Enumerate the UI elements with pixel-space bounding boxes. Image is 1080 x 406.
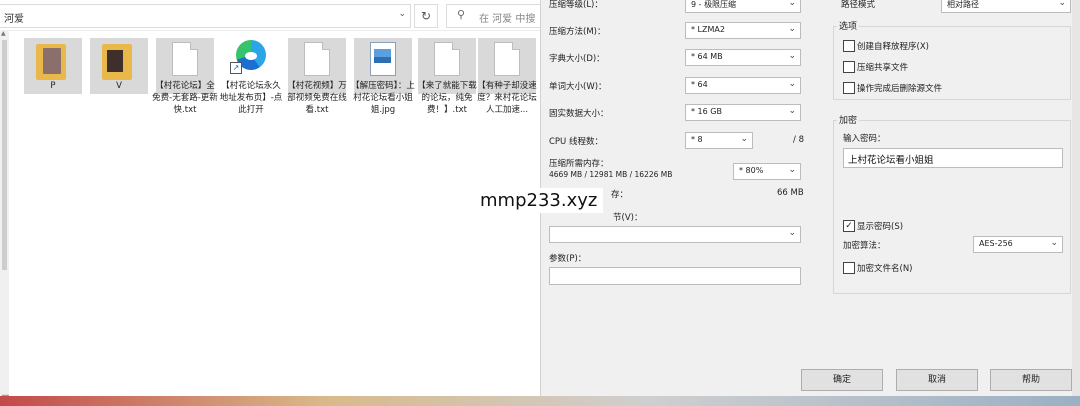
compress-level-select[interactable]: 9 - 极限压缩 ⌄ bbox=[685, 0, 801, 13]
cancel-button[interactable]: 取消 bbox=[896, 369, 978, 391]
folder-icon bbox=[102, 44, 132, 80]
shared-label: 压缩共享文件 bbox=[857, 63, 909, 73]
image-file-icon bbox=[370, 42, 396, 76]
enc-method-value: AES-256 bbox=[979, 239, 1013, 248]
compress-level-label: 压缩等级(L)： bbox=[549, 0, 603, 10]
enc-method-select[interactable]: AES-256 ⌄ bbox=[973, 236, 1063, 253]
mem-detail: 4669 MB / 12981 MB / 16226 MB bbox=[549, 170, 673, 179]
chevron-down-icon: ⌄ bbox=[1050, 238, 1058, 248]
file-name: 【村花视频】万部视频免费在线看.txt bbox=[287, 81, 347, 115]
chevron-down-icon: ⌄ bbox=[788, 24, 796, 34]
word-select[interactable]: * 64 ⌄ bbox=[685, 77, 801, 94]
split-volume-select[interactable]: ⌄ bbox=[549, 226, 801, 243]
options-title: 选项 bbox=[837, 19, 860, 32]
params-input[interactable] bbox=[549, 267, 801, 285]
shortcut-arrow-icon: ↗ bbox=[230, 62, 242, 74]
path-mode-value: 相对路径 bbox=[947, 0, 979, 9]
encryption-title: 加密 bbox=[837, 113, 860, 126]
password-label: 输入密码： bbox=[843, 134, 886, 144]
params-label: 参数(P)： bbox=[549, 254, 587, 264]
search-input[interactable]: ⚲ 在 河爱 中搜 bbox=[446, 4, 541, 28]
vertical-scrollbar[interactable]: ▲ 目 bbox=[0, 30, 10, 406]
file-explorer-window: 河爱 ⌄ ↻ ⚲ 在 河爱 中搜 ▲ 目 P V 【村花论坛】全免费-无套路-更… bbox=[0, 0, 541, 406]
enc-method-label: 加密算法： bbox=[843, 241, 886, 251]
decomp-value: 66 MB bbox=[777, 188, 804, 198]
decomp-label: 存： bbox=[611, 190, 629, 200]
path-mode-select[interactable]: 相对路径 ⌄ bbox=[941, 0, 1071, 13]
file-name: 【村花论坛】全免费-无套路-更新快.txt bbox=[152, 81, 218, 115]
chevron-down-icon: ⌄ bbox=[788, 51, 796, 61]
mem-percent-select[interactable]: * 80% ⌄ bbox=[733, 163, 801, 180]
solid-label: 固实数据大小： bbox=[549, 109, 609, 119]
file-name: 【解压密码】：上村花论坛看小姐姐.jpg bbox=[351, 81, 415, 115]
show-password-checkbox[interactable]: ✓ bbox=[843, 220, 855, 232]
address-bar[interactable]: 河爱 ⌄ bbox=[0, 4, 411, 28]
dialog-edge bbox=[1072, 0, 1080, 406]
dict-select[interactable]: * 64 MB ⌄ bbox=[685, 49, 801, 66]
sfx-checkbox[interactable] bbox=[843, 40, 855, 52]
dict-label: 字典大小(D)： bbox=[549, 54, 605, 64]
file-name: V bbox=[116, 81, 122, 91]
word-label: 单词大小(W)： bbox=[549, 82, 607, 92]
folder-icon bbox=[36, 44, 66, 80]
text-file-icon bbox=[494, 42, 520, 76]
address-bar-row: 河爱 ⌄ ↻ ⚲ 在 河爱 中搜 bbox=[0, 0, 541, 31]
text-file-icon bbox=[434, 42, 460, 76]
help-button[interactable]: 帮助 bbox=[990, 369, 1072, 391]
mem-label: 压缩所需内存： bbox=[549, 159, 609, 169]
file-name: 【来了就能下载的论坛，纯免费！】.txt bbox=[417, 81, 477, 115]
sfx-label: 创建自释放程序(X) bbox=[857, 42, 929, 52]
method-select[interactable]: * LZMA2 ⌄ bbox=[685, 22, 801, 39]
search-placeholder: 在 河爱 中搜 bbox=[479, 14, 536, 25]
text-file-icon bbox=[172, 42, 198, 76]
delete-label: 操作完成后删除源文件 bbox=[857, 84, 943, 94]
chevron-down-icon: ⌄ bbox=[788, 106, 796, 116]
scroll-up-icon[interactable]: ▲ bbox=[1, 30, 6, 37]
split-label: 节(V)： bbox=[613, 213, 643, 223]
delete-checkbox[interactable] bbox=[843, 82, 855, 94]
cpu-label: CPU 线程数： bbox=[549, 137, 603, 147]
file-name: 【有种子却没速度？来村花论坛人工加速... bbox=[477, 81, 537, 115]
add-to-archive-dialog: 压缩等级(L)： 9 - 极限压缩 ⌄ 压缩方法(M)： * LZMA2 ⌄ 字… bbox=[540, 0, 1080, 406]
search-icon: ⚲ bbox=[457, 8, 466, 21]
file-name: P bbox=[50, 81, 56, 91]
dict-value: * 64 MB bbox=[691, 52, 723, 61]
file-name: 【村花论坛永久地址发布页】-点此打开 bbox=[219, 81, 283, 115]
encrypt-names-checkbox[interactable] bbox=[843, 262, 855, 274]
compress-level-value: 9 - 极限压缩 bbox=[691, 0, 737, 9]
shared-checkbox[interactable] bbox=[843, 61, 855, 73]
chevron-down-icon: ⌄ bbox=[1058, 0, 1066, 8]
cpu-value: * 8 bbox=[691, 135, 703, 144]
chevron-down-icon: ⌄ bbox=[788, 0, 796, 8]
text-file-icon bbox=[304, 42, 330, 76]
mem-percent-value: * 80% bbox=[739, 166, 764, 175]
password-value: 上村花论坛看小姐姐 bbox=[848, 155, 934, 166]
encrypt-names-label: 加密文件名(N) bbox=[857, 264, 913, 274]
chevron-down-icon: ⌄ bbox=[788, 228, 796, 238]
method-value: * LZMA2 bbox=[691, 25, 725, 34]
chevron-down-icon[interactable]: ⌄ bbox=[398, 9, 406, 19]
cpu-total: / 8 bbox=[793, 135, 804, 145]
chevron-down-icon: ⌄ bbox=[788, 79, 796, 89]
show-password-label: 显示密码(S) bbox=[857, 222, 904, 232]
taskbar-strip bbox=[0, 396, 1080, 406]
password-input[interactable]: 上村花论坛看小姐姐 bbox=[843, 148, 1063, 168]
chevron-down-icon: ⌄ bbox=[740, 134, 748, 144]
method-label: 压缩方法(M)： bbox=[549, 27, 606, 37]
chevron-down-icon: ⌄ bbox=[788, 165, 796, 175]
solid-select[interactable]: * 16 GB ⌄ bbox=[685, 104, 801, 121]
word-value: * 64 bbox=[691, 80, 708, 89]
path-mode-label: 路径模式 bbox=[841, 0, 876, 10]
scrollbar-thumb[interactable] bbox=[2, 40, 7, 270]
address-text: 河爱 bbox=[4, 14, 24, 25]
watermark-text: mmp233.xyz bbox=[474, 188, 604, 213]
refresh-icon[interactable]: ↻ bbox=[414, 4, 438, 28]
solid-value: * 16 GB bbox=[691, 107, 722, 116]
cpu-select[interactable]: * 8 ⌄ bbox=[685, 132, 753, 149]
ok-button[interactable]: 确定 bbox=[801, 369, 883, 391]
